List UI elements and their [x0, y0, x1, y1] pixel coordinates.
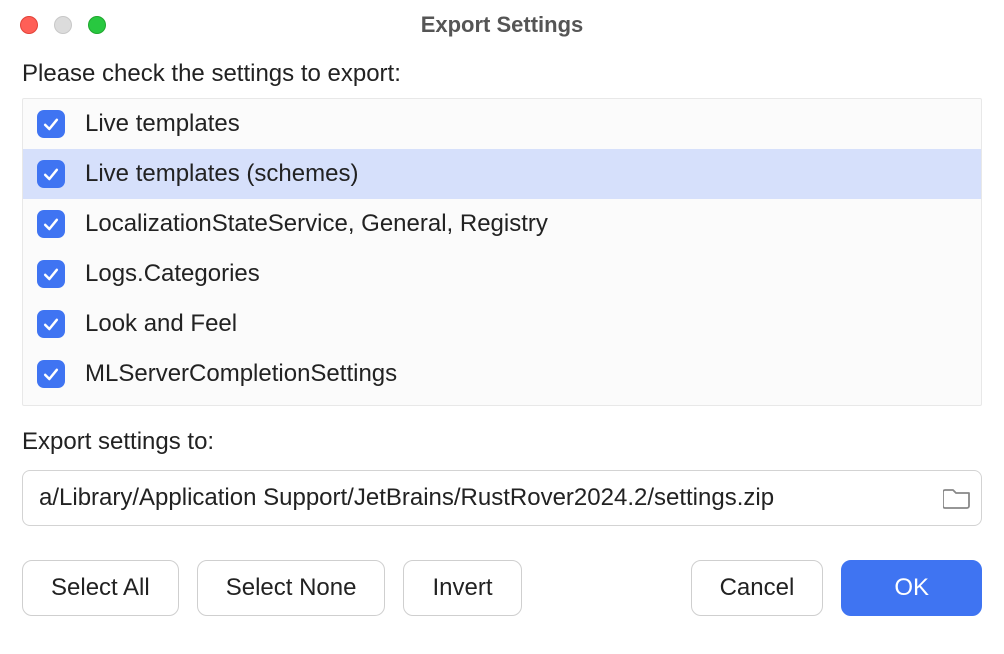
list-item-label: Logs.Categories [85, 260, 260, 288]
export-to-label: Export settings to: [22, 428, 982, 456]
list-item[interactable]: LocalizationStateService, General, Regis… [23, 199, 981, 249]
path-field-container [22, 470, 982, 526]
titlebar: Export Settings [0, 0, 1004, 50]
list-item[interactable]: Look and Feel [23, 299, 981, 349]
window-title: Export Settings [20, 12, 984, 38]
list-item-label: Live templates (schemes) [85, 160, 358, 188]
folder-icon[interactable] [943, 487, 971, 509]
prompt-label: Please check the settings to export: [22, 60, 982, 88]
settings-list[interactable]: Live templates Live templates (schemes) Lo… [22, 98, 982, 406]
select-all-button[interactable]: Select All [22, 560, 179, 616]
list-item[interactable]: Logs.Categories [23, 249, 981, 299]
maximize-icon[interactable] [88, 16, 106, 34]
checkbox-icon[interactable] [37, 260, 65, 288]
list-item-label: Look and Feel [85, 310, 237, 338]
list-item[interactable]: MLServerCompletionSettings [23, 349, 981, 399]
list-item-label: MLServerCompletionSettings [85, 360, 397, 388]
list-item[interactable]: Live templates (schemes) [23, 149, 981, 199]
checkbox-icon[interactable] [37, 310, 65, 338]
cancel-button[interactable]: Cancel [691, 560, 824, 616]
button-row: Select All Select None Invert Cancel OK [22, 560, 982, 616]
checkbox-icon[interactable] [37, 110, 65, 138]
invert-button[interactable]: Invert [403, 560, 521, 616]
minimize-icon[interactable] [54, 16, 72, 34]
ok-button[interactable]: OK [841, 560, 982, 616]
close-icon[interactable] [20, 16, 38, 34]
checkbox-icon[interactable] [37, 210, 65, 238]
checkbox-icon[interactable] [37, 360, 65, 388]
list-item-label: Live templates [85, 110, 240, 138]
export-settings-dialog: Export Settings Please check the setting… [0, 0, 1004, 654]
dialog-content: Please check the settings to export: Liv… [0, 50, 1004, 654]
select-none-button[interactable]: Select None [197, 560, 386, 616]
export-path-input[interactable] [39, 484, 933, 512]
checkbox-icon[interactable] [37, 160, 65, 188]
list-item[interactable]: Live templates [23, 99, 981, 149]
list-item-label: LocalizationStateService, General, Regis… [85, 210, 548, 238]
window-controls [20, 16, 106, 34]
